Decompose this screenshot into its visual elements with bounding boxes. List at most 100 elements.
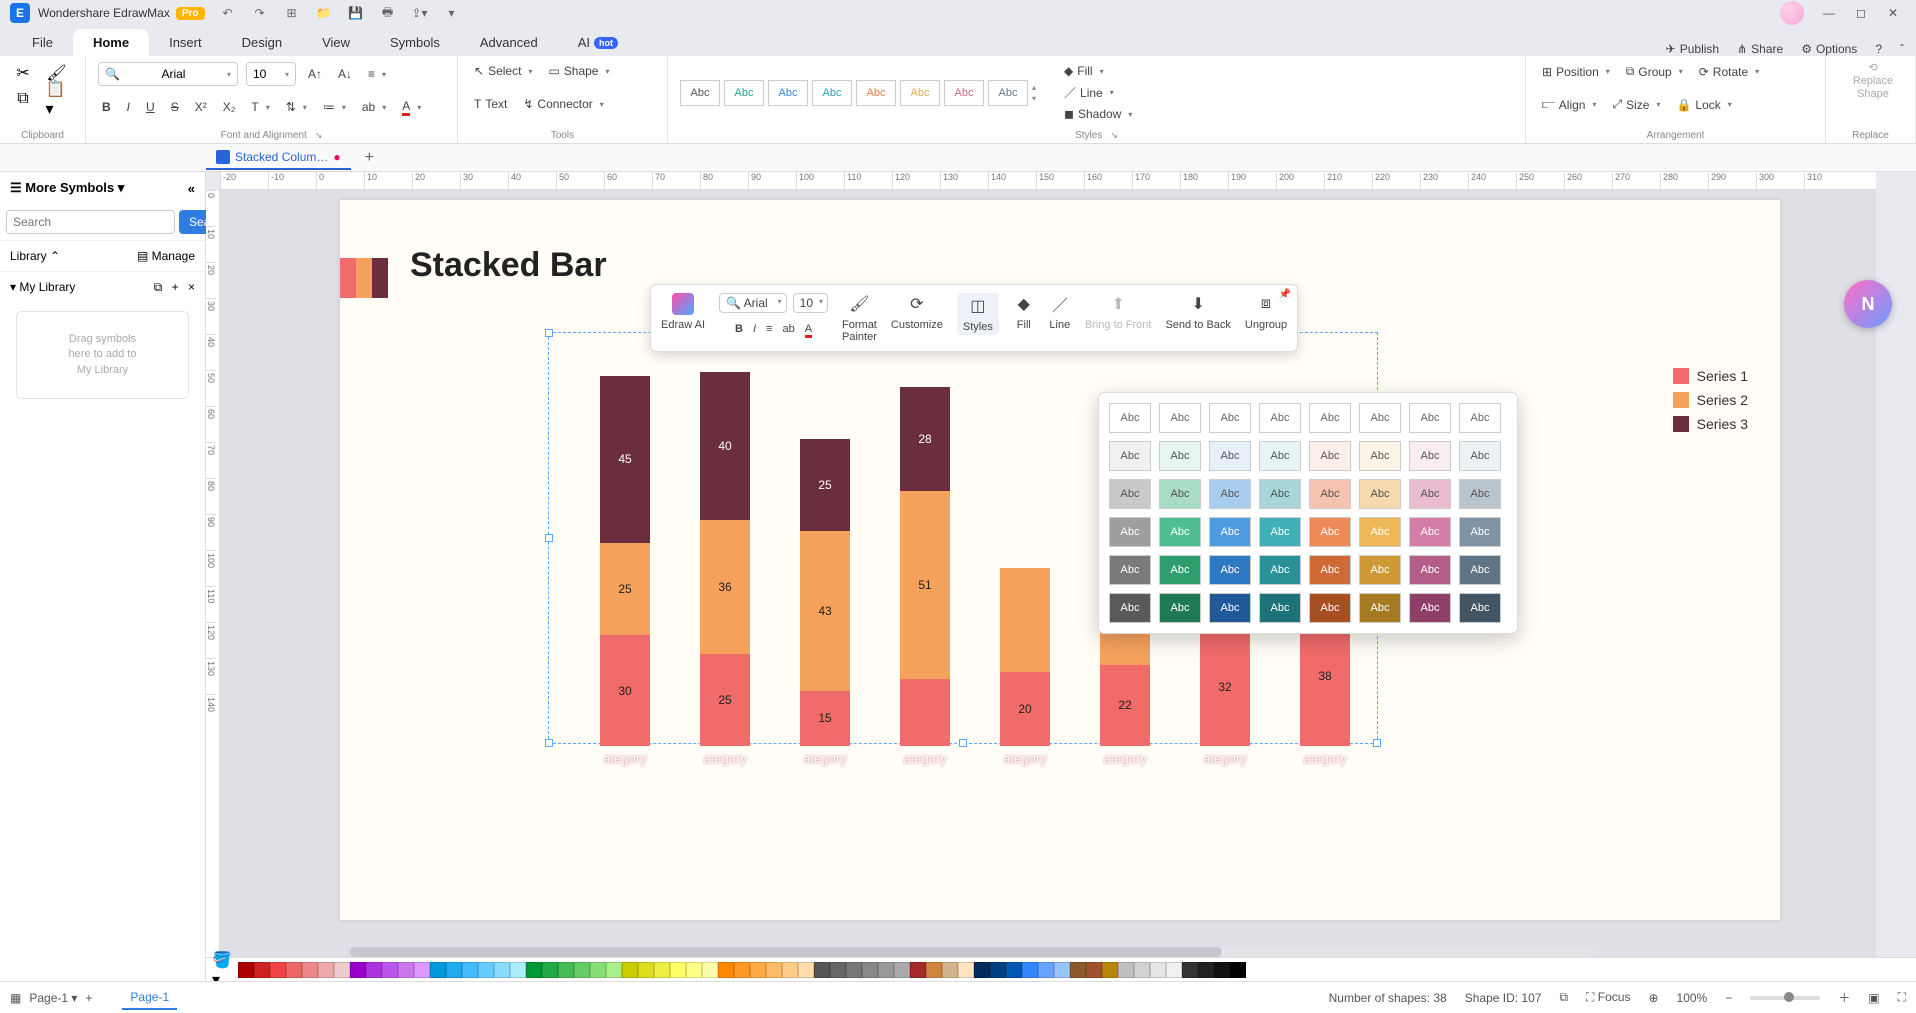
ai-fab-button[interactable]: N bbox=[1844, 280, 1892, 328]
bar-segment[interactable]: 25 bbox=[600, 543, 650, 636]
tab-advanced[interactable]: Advanced bbox=[460, 29, 558, 56]
doc-tab-active[interactable]: Stacked Colum… ● bbox=[206, 146, 351, 170]
rotate-dropdown[interactable]: ⟳ Rotate bbox=[1695, 63, 1763, 81]
style-swatch[interactable]: Abc bbox=[1259, 479, 1301, 509]
ctx-font-size-select[interactable]: 10 bbox=[793, 293, 828, 313]
font-size-select[interactable]: 10▾ bbox=[246, 62, 296, 86]
save-icon[interactable]: 💾 bbox=[347, 4, 365, 22]
palette-color[interactable] bbox=[718, 962, 734, 978]
zoom-level[interactable]: 100% bbox=[1677, 991, 1708, 1005]
lock-dropdown[interactable]: 🔒 Lock bbox=[1672, 96, 1735, 114]
new-icon[interactable]: ⊞ bbox=[283, 4, 301, 22]
bar-segment[interactable]: 36 bbox=[700, 520, 750, 653]
palette-color[interactable] bbox=[526, 962, 542, 978]
palette-color[interactable] bbox=[382, 962, 398, 978]
palette-color[interactable] bbox=[414, 962, 430, 978]
style-swatch[interactable]: Abc bbox=[1409, 555, 1451, 585]
page-select-dropdown[interactable]: Page-1 ▾ bbox=[29, 991, 77, 1005]
text-case-icon[interactable]: ab bbox=[358, 98, 390, 116]
palette-color[interactable] bbox=[862, 962, 878, 978]
export-icon[interactable]: ⇪▾ bbox=[411, 4, 429, 22]
paste-icon[interactable]: 📋▾ bbox=[46, 88, 68, 110]
options-button[interactable]: ⚙ Options bbox=[1801, 42, 1857, 56]
copy-icon[interactable]: ⧉ bbox=[12, 88, 34, 110]
tab-symbols[interactable]: Symbols bbox=[370, 29, 460, 56]
print-icon[interactable]: 🖶 bbox=[379, 4, 397, 22]
palette-color[interactable] bbox=[478, 962, 494, 978]
palette-color[interactable] bbox=[286, 962, 302, 978]
add-page-button[interactable]: + bbox=[85, 991, 92, 1005]
style-swatch[interactable]: Abc bbox=[1109, 441, 1151, 471]
palette-color[interactable] bbox=[958, 962, 974, 978]
style-swatch[interactable]: Abc bbox=[1459, 441, 1501, 471]
palette-color[interactable] bbox=[1102, 962, 1118, 978]
style-swatch[interactable]: Abc bbox=[1309, 555, 1351, 585]
palette-color[interactable] bbox=[750, 962, 766, 978]
bar-segment[interactable] bbox=[1000, 568, 1050, 672]
library-add-icon[interactable]: + bbox=[172, 280, 179, 294]
palette-color[interactable] bbox=[894, 962, 910, 978]
style-swatch[interactable]: Abc bbox=[1109, 517, 1151, 547]
style-swatch[interactable]: Abc bbox=[1209, 593, 1251, 623]
my-library-label[interactable]: ▾ My Library bbox=[10, 280, 75, 295]
style-swatch[interactable]: Abc bbox=[1309, 403, 1351, 433]
zoom-fit-icon[interactable]: ⊕ bbox=[1648, 991, 1658, 1005]
shape-tool[interactable]: ▭ Shape bbox=[544, 62, 613, 80]
style-swatch[interactable]: Abc bbox=[1159, 403, 1201, 433]
publish-button[interactable]: ✈ Publish bbox=[1666, 42, 1719, 56]
palette-color[interactable] bbox=[638, 962, 654, 978]
fit-page-icon[interactable]: ▣ bbox=[1868, 991, 1879, 1005]
palette-color[interactable] bbox=[830, 962, 846, 978]
subscript-icon[interactable]: X₂ bbox=[219, 98, 240, 116]
style-swatch[interactable]: Abc bbox=[1359, 555, 1401, 585]
palette-color[interactable] bbox=[654, 962, 670, 978]
style-swatch[interactable]: Abc bbox=[1159, 479, 1201, 509]
style-swatch[interactable]: Abc bbox=[944, 80, 984, 106]
bar-segment[interactable] bbox=[900, 679, 950, 746]
palette-color[interactable] bbox=[1038, 962, 1054, 978]
palette-color[interactable] bbox=[622, 962, 638, 978]
library-close-icon[interactable]: × bbox=[188, 280, 195, 294]
increase-font-icon[interactable]: A↑ bbox=[304, 65, 326, 83]
style-swatch[interactable]: Abc bbox=[1109, 593, 1151, 623]
bar-segment[interactable]: 40 bbox=[700, 372, 750, 520]
palette-color[interactable] bbox=[510, 962, 526, 978]
cut-icon[interactable]: ✂ bbox=[12, 62, 34, 84]
resize-handle[interactable] bbox=[545, 534, 553, 542]
style-swatch[interactable]: Abc bbox=[1359, 441, 1401, 471]
palette-color[interactable] bbox=[974, 962, 990, 978]
palette-color[interactable] bbox=[1150, 962, 1166, 978]
style-swatch[interactable]: Abc bbox=[1359, 479, 1401, 509]
manage-button[interactable]: ▤ Manage bbox=[137, 249, 195, 263]
style-swatch[interactable]: Abc bbox=[1159, 517, 1201, 547]
tab-file[interactable]: File bbox=[12, 29, 73, 56]
style-swatch[interactable]: Abc bbox=[768, 80, 808, 106]
palette-color[interactable] bbox=[1182, 962, 1198, 978]
palette-color[interactable] bbox=[1118, 962, 1134, 978]
pin-icon[interactable]: 📌 bbox=[1279, 289, 1291, 300]
style-swatch[interactable]: Abc bbox=[1259, 593, 1301, 623]
style-swatch[interactable]: Abc bbox=[1159, 593, 1201, 623]
style-swatch[interactable]: Abc bbox=[1459, 479, 1501, 509]
style-swatch[interactable]: Abc bbox=[1159, 441, 1201, 471]
replace-shape-button[interactable]: ⟲ Replace Shape bbox=[1838, 62, 1908, 102]
ctx-line-button[interactable]: ／Line bbox=[1049, 293, 1071, 331]
size-dropdown[interactable]: ⤢ Size bbox=[1608, 95, 1664, 114]
undo-icon[interactable]: ↶ bbox=[219, 4, 237, 22]
style-swatch[interactable]: Abc bbox=[900, 80, 940, 106]
bar-segment[interactable]: 20 bbox=[1000, 672, 1050, 746]
italic-icon[interactable]: I bbox=[123, 98, 134, 116]
style-swatch[interactable]: Abc bbox=[1209, 479, 1251, 509]
new-doc-tab-button[interactable]: + bbox=[365, 149, 374, 167]
style-swatch[interactable]: Abc bbox=[1459, 517, 1501, 547]
palette-color[interactable] bbox=[446, 962, 462, 978]
ctx-fill-button[interactable]: ◆Fill bbox=[1013, 293, 1035, 331]
palette-color[interactable] bbox=[846, 962, 862, 978]
style-swatch[interactable]: Abc bbox=[1209, 441, 1251, 471]
style-gallery-scroll[interactable]: ▴▾ bbox=[1032, 80, 1046, 106]
palette-color[interactable] bbox=[542, 962, 558, 978]
palette-color[interactable] bbox=[238, 962, 254, 978]
bar-segment[interactable]: 15 bbox=[800, 691, 850, 747]
ctx-case-icon[interactable]: ab bbox=[782, 323, 794, 335]
style-swatch[interactable]: Abc bbox=[1259, 555, 1301, 585]
